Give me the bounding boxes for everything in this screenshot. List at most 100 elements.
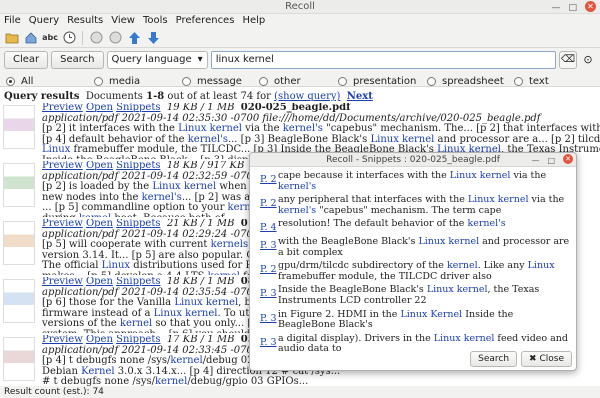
result-size: 17 KB / 1 MB xyxy=(166,335,235,345)
radio-media[interactable]: media xyxy=(94,76,182,87)
query-mode-value: Query language xyxy=(111,54,192,65)
snippets-link[interactable]: Snippets xyxy=(116,277,160,287)
radio-text[interactable]: text xyxy=(514,76,549,87)
maximize-icon[interactable]: □ xyxy=(568,1,577,15)
snippet-text: with the BeagleBone Black's Linux kernel… xyxy=(278,235,570,258)
clear-search-icon[interactable]: ⌫ xyxy=(559,51,577,69)
snippet-page-link[interactable]: P. 2 xyxy=(254,261,278,282)
snippets-link[interactable]: Snippets xyxy=(116,335,160,345)
snippet-row: P. 3a digital display). Drivers in the L… xyxy=(254,333,572,351)
spellcheck-icon[interactable]: abc xyxy=(42,30,58,46)
snippet-text: resolution! The default behavior of the … xyxy=(278,218,506,230)
results-title: Query results xyxy=(4,91,80,102)
history-icon[interactable]: ⊙ xyxy=(580,52,596,68)
menu-view[interactable]: View xyxy=(111,14,135,28)
result-item: Preview Open Snippets 19 KB / 1 MB 020-0… xyxy=(0,103,600,159)
window-title: Recoll xyxy=(285,1,315,12)
snippets-list: P. 2 cape because it interfaces with the … xyxy=(254,171,572,351)
snippet-page-link[interactable]: P. 3 xyxy=(254,285,278,306)
minimize-icon[interactable]: — xyxy=(531,154,539,168)
snippet-text: gpu/drm/tilcdc subdirectory of the kerne… xyxy=(278,260,555,282)
menu-query[interactable]: Query xyxy=(29,14,59,28)
snippet-text: in Figure 2. HDMI in the Linux Kernel In… xyxy=(278,308,514,331)
menubar: File Query Results View Tools Preference… xyxy=(0,14,600,28)
close-icon[interactable]: ✕ xyxy=(585,1,596,12)
chevron-down-icon: ▾ xyxy=(197,54,203,65)
document-thumbnail[interactable] xyxy=(3,279,35,323)
folder-icon[interactable] xyxy=(4,30,20,46)
radio-dot xyxy=(514,76,523,86)
document-thumbnail[interactable] xyxy=(3,221,35,265)
document-thumbnail[interactable] xyxy=(3,337,35,381)
radio-message[interactable]: message xyxy=(182,76,259,87)
snippet-page-link[interactable]: P. 3 xyxy=(254,334,278,351)
snippet-text: any peripheral that interfaces with the … xyxy=(278,194,565,216)
menu-help[interactable]: Help xyxy=(242,14,265,28)
radio-other[interactable]: other xyxy=(259,76,338,87)
snippet-row: P. 3 Inside the BeagleBone Black's Linux … xyxy=(254,284,572,306)
preview-link[interactable]: Preview xyxy=(42,161,83,171)
result-size: 18 KB / 917 KB xyxy=(166,161,245,171)
snippets-titlebar: Recoll - Snippets : 020-025_beagle.pdf —… xyxy=(250,153,576,167)
radio-label: presentation xyxy=(353,75,417,87)
result-filename: 020-025_beagle.pdf xyxy=(240,103,351,113)
menu-preferences[interactable]: Preferences xyxy=(176,14,235,28)
down-arrow-icon[interactable] xyxy=(145,30,161,46)
open-link[interactable]: Open xyxy=(86,335,113,345)
search-input[interactable]: linux kernel xyxy=(210,51,556,69)
snippet-page-link[interactable]: P. 3 xyxy=(254,237,278,258)
results-range: 1-8 xyxy=(146,91,165,102)
snippet-page-link[interactable]: P. 2 xyxy=(254,171,278,192)
snippets-link[interactable]: Snippets xyxy=(116,161,160,171)
home-icon[interactable] xyxy=(23,30,39,46)
snippet-text: cape because it interfaces with the Linu… xyxy=(278,171,547,192)
query-mode-select[interactable]: Query language ▾ xyxy=(106,51,208,69)
status-bar: Result count (est.): 74 xyxy=(0,386,600,398)
back-icon[interactable] xyxy=(88,30,104,46)
radio-dot xyxy=(94,76,103,86)
menu-file[interactable]: File xyxy=(4,14,21,28)
preview-link[interactable]: Preview xyxy=(42,277,83,287)
snippet-row: P. 3 with the BeagleBone Black's Linux ke… xyxy=(254,235,572,258)
snippet-row: P. 2 cape because it interfaces with the … xyxy=(254,171,572,192)
open-link[interactable]: Open xyxy=(86,219,113,229)
result-title-line: Preview Open Snippets 19 KB / 1 MB 020-0… xyxy=(42,103,600,114)
open-link[interactable]: Open xyxy=(86,161,113,171)
forward-icon[interactable] xyxy=(107,30,123,46)
snippets-link[interactable]: Snippets xyxy=(116,219,160,229)
clear-button[interactable]: Clear xyxy=(4,51,49,69)
snippet-page-link[interactable]: P. 4 xyxy=(254,219,278,234)
snippets-title: Recoll - Snippets : 020-025_beagle.pdf xyxy=(326,155,500,165)
radio-presentation[interactable]: presentation xyxy=(338,76,427,87)
document-thumbnail[interactable] xyxy=(3,163,35,207)
menu-tools[interactable]: Tools xyxy=(143,14,168,28)
up-arrow-icon[interactable] xyxy=(126,30,142,46)
snippet-page-link[interactable]: P. 2 xyxy=(254,195,278,216)
menu-results[interactable]: Results xyxy=(67,14,103,28)
radio-label: spreadsheet xyxy=(442,75,504,87)
preview-link[interactable]: Preview xyxy=(42,219,83,229)
document-thumbnail[interactable] xyxy=(3,105,35,149)
open-link[interactable]: Open xyxy=(86,103,113,113)
radio-dot xyxy=(182,76,191,86)
window-titlebar: Recoll — □ ✕ xyxy=(0,0,600,14)
preview-link[interactable]: Preview xyxy=(42,103,83,113)
open-link[interactable]: Open xyxy=(86,277,113,287)
snippets-link[interactable]: Snippets xyxy=(116,103,160,113)
radio-spreadsheet[interactable]: spreadsheet xyxy=(427,76,514,87)
preview-link[interactable]: Preview xyxy=(42,335,83,345)
toolbar: abc xyxy=(0,28,600,48)
snippet-page-link[interactable]: P. 3 xyxy=(254,310,278,331)
snippets-search-button[interactable]: Search xyxy=(470,351,518,367)
minimize-icon[interactable]: — xyxy=(551,1,560,15)
radio-all[interactable]: All xyxy=(6,76,94,87)
clock-icon[interactable] xyxy=(61,30,77,46)
results-docs-label: Documents xyxy=(85,91,143,102)
close-icon[interactable]: ✕ xyxy=(563,154,573,164)
snippets-close-button[interactable]: ✖ Close xyxy=(521,351,572,367)
radio-label: other xyxy=(274,75,301,87)
next-page-link[interactable]: Next xyxy=(347,91,373,102)
show-query-link[interactable]: (show query) xyxy=(274,91,340,102)
search-button[interactable]: Search xyxy=(51,51,104,69)
maximize-icon[interactable]: □ xyxy=(547,154,555,168)
